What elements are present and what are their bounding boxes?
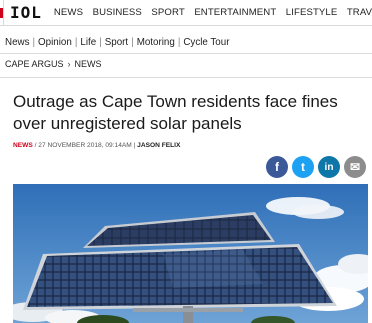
site-logo[interactable]: IOL [10,3,42,22]
article-photo [13,184,368,323]
nav-lifestyle[interactable]: LIFESTYLE [286,7,338,18]
divider: | [74,36,78,48]
chevron-right-icon: › [67,59,71,69]
email-share-button[interactable]: ✉ [344,156,366,178]
divider [0,77,372,78]
email-icon: ✉ [349,160,361,174]
publish-date: 27 NOVEMBER 2018, 09:14AM [38,142,132,149]
subnav-sport[interactable]: Sport [105,37,128,48]
author-name[interactable]: JASON FELIX [137,142,180,149]
main-nav: NEWS BUSINESS SPORT ENTERTAINMENT LIFEST… [54,7,372,18]
facebook-share-button[interactable]: f [266,156,288,178]
share-buttons: f t in ✉ [266,156,366,178]
subnav-life[interactable]: Life [80,37,96,48]
menu-button[interactable] [0,0,4,26]
subnav-news[interactable]: News [5,37,30,48]
nav-news[interactable]: NEWS [54,7,83,18]
linkedin-share-button[interactable]: in [318,156,340,178]
breadcrumb-parent[interactable]: CAPE ARGUS [5,59,64,69]
divider: | [177,36,181,48]
divider: | [32,36,36,48]
breadcrumb-current[interactable]: NEWS [75,59,102,69]
nav-business[interactable]: BUSINESS [93,7,142,18]
nav-entertainment[interactable]: ENTERTAINMENT [194,7,276,18]
article-byline: NEWS / 27 NOVEMBER 2018, 09:14AM | JASON… [13,142,180,149]
subnav-cycle-tour[interactable]: Cycle Tour [183,37,229,48]
site-header: IOL NEWS BUSINESS SPORT ENTERTAINMENT LI… [0,0,372,26]
nav-travel[interactable]: TRAVEL [347,7,372,18]
divider: | [99,36,102,48]
divider [0,53,372,54]
subnav-opinion[interactable]: Opinion [38,37,72,48]
article-headline: Outrage as Cape Town residents face fine… [13,92,338,133]
nav-sport[interactable]: SPORT [151,7,184,18]
linkedin-icon: in [324,161,334,173]
facebook-icon: f [275,160,279,174]
subnav-motoring[interactable]: Motoring [137,37,175,48]
menu-icon [0,7,3,18]
breadcrumb: CAPE ARGUS › NEWS [5,59,102,69]
divider: | [131,36,134,48]
twitter-icon: t [301,160,305,174]
sub-nav: News | Opinion | Life | Sport | Motoring… [0,33,229,51]
section-label[interactable]: NEWS [13,142,33,149]
twitter-share-button[interactable]: t [292,156,314,178]
